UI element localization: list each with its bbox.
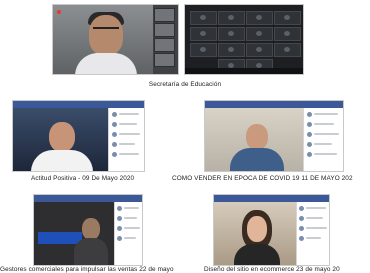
livestream-video [214,202,298,265]
participant-tile [154,8,175,22]
commenter-avatar [117,226,122,231]
browser-topbar [205,101,343,108]
gallery-tile [274,43,301,57]
speaker-face [49,122,75,152]
comment-line [314,153,337,155]
video-call-gallery-screenshot [184,4,304,75]
comments-panel [108,108,144,171]
comment-line [119,123,137,125]
commenter-avatar [299,216,304,221]
caption-covid: COMO VENDER EN EPOCA DE COVID 19 11 DE M… [172,175,353,182]
browser-topbar [214,195,329,202]
comments-panel [303,108,343,171]
commenter-avatar [307,132,312,137]
commenter-avatar [299,206,304,211]
participant-strip [153,5,178,74]
gallery-tile [190,11,217,25]
comments-panel [114,202,142,265]
participant-tile [154,38,175,52]
commenter-avatar [307,122,312,127]
commenter-avatar [299,236,304,241]
caption-education: Secretaría de Educación [148,81,222,88]
commenter-avatar [117,236,122,241]
livestream-video [205,108,305,171]
speaker-glasses [93,27,119,33]
commenter-avatar [112,132,117,137]
commenter-avatar [299,226,304,231]
gallery-tile [246,11,273,25]
gallery-tile [218,11,245,25]
commenter-avatar [307,112,312,117]
comment-line [124,237,136,239]
speaker-shirt [74,238,108,265]
commenter-avatar [112,122,117,127]
livestream-video [34,202,116,265]
comment-line [306,207,326,209]
livestream-screenshot-ecommerce [213,194,330,266]
gallery-tile [246,43,273,57]
gallery-tile [190,43,217,57]
comment-line [119,133,140,135]
gallery-tile [246,27,273,41]
comment-line [119,113,139,115]
comment-line [314,133,339,135]
speaker-shirt [31,150,93,171]
comment-line [124,207,139,209]
browser-topbar [13,101,144,108]
commenter-avatar [117,206,122,211]
speaker-face [82,218,100,240]
comment-line [119,143,135,145]
gallery-tile [218,27,245,41]
speaker-face [247,216,267,242]
livestream-screenshot-covid [204,100,344,172]
comments-panel [296,202,329,265]
participant-tile [154,23,175,37]
gallery-tile [274,27,301,41]
commenter-avatar [307,152,312,157]
speaker-face [89,15,123,55]
comment-line [124,227,140,229]
comment-line [306,237,321,239]
comment-line [124,217,137,219]
comment-line [119,153,139,155]
recording-dot-icon [57,10,61,14]
participant-tile [154,53,175,67]
speaker-shirt [234,244,280,265]
livestream-video [13,108,110,171]
commenter-avatar [112,112,117,117]
caption-actitud: Actitud Positiva - 09 De Mayo 2020 [31,175,135,182]
comment-line [306,217,323,219]
call-toolbar [185,68,303,74]
speaker-face [246,124,268,150]
commenter-avatar [307,142,312,147]
livestream-screenshot-actitud [12,100,145,172]
commenter-avatar [117,216,122,221]
speaker-shirt [230,148,284,171]
commenter-avatar [112,142,117,147]
comment-line [306,227,327,229]
gallery-tile [274,11,301,25]
livestream-screenshot-gestores [33,194,143,266]
commenter-avatar [112,152,117,157]
gallery-tile [190,27,217,41]
gallery-tile [218,43,245,57]
stream-banner [38,232,82,244]
comment-line [314,113,338,115]
video-call-screenshot-education [52,4,179,75]
browser-topbar [34,195,142,202]
comment-line [314,143,332,145]
comment-line [314,123,334,125]
